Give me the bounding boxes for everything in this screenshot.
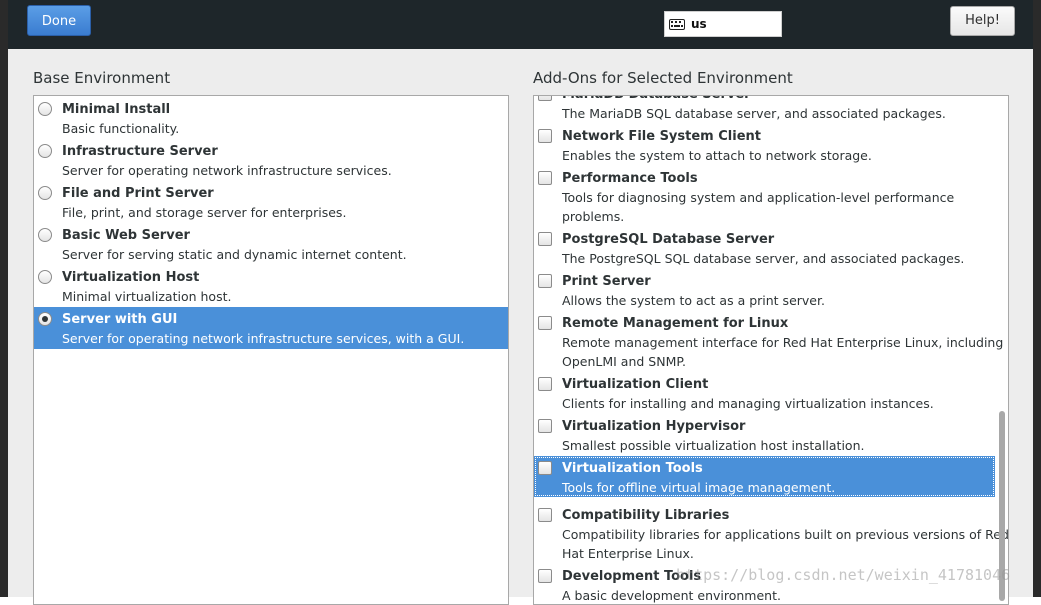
checkbox[interactable] <box>538 232 552 246</box>
addons-heading: Add-Ons for Selected Environment <box>533 69 793 87</box>
option-description: Allows the system to act as a print serv… <box>562 293 825 308</box>
option-title: MariaDB Database Server <box>562 96 751 102</box>
addon-option[interactable]: Virtualization Client Clients for install… <box>534 372 995 413</box>
addons-list[interactable]: Development Tools A basic development env… <box>533 95 1009 605</box>
radio-button[interactable] <box>38 102 52 116</box>
option-description: problems. <box>562 209 625 224</box>
checkbox[interactable] <box>538 316 552 330</box>
option-title: Compatibility Libraries <box>562 508 730 523</box>
option-description: Compatibility libraries for applications… <box>562 527 1009 542</box>
option-description: Minimal virtualization host. <box>62 289 232 304</box>
base-environment-list[interactable]: Minimal Install Basic functionality. Infra… <box>33 95 509 605</box>
checkbox[interactable] <box>538 508 552 522</box>
base-environment-option[interactable]: Basic Web Server Server for serving stati… <box>34 223 508 265</box>
keyboard-layout-indicator[interactable]: us <box>664 11 782 37</box>
option-description: OpenLMI and SNMP. <box>562 354 686 369</box>
option-title: Minimal Install <box>62 102 171 117</box>
addon-option[interactable]: Network File System Client Enables the sy… <box>534 124 995 165</box>
option-description: Hat Enterprise Linux. <box>562 546 694 561</box>
option-title: Basic Web Server <box>62 228 190 243</box>
option-title: PostgreSQL Database Server <box>562 232 775 247</box>
watermark-text: https://blog.csdn.net/weixin_41781046 <box>676 566 1011 584</box>
option-description: Server for operating network infrastruct… <box>62 163 392 178</box>
checkbox[interactable] <box>538 96 552 101</box>
option-description: Remote management interface for Red Hat … <box>562 335 1004 350</box>
option-title: Print Server <box>562 274 651 289</box>
checkbox[interactable] <box>538 419 552 433</box>
checkbox[interactable] <box>538 461 552 475</box>
software-selection-content: Base Environment Add-Ons for Selected En… <box>8 49 1033 605</box>
option-description: Tools for diagnosing system and applicat… <box>562 190 955 205</box>
addon-option[interactable]: Performance Tools Tools for diagnosing sy… <box>534 166 995 226</box>
radio-button[interactable] <box>38 270 52 284</box>
option-title: Virtualization Hypervisor <box>562 419 746 434</box>
addon-option[interactable]: Print Server Allows the system to act as … <box>534 269 995 310</box>
addon-option[interactable]: MariaDB Database Server The MariaDB SQL d… <box>534 96 995 123</box>
header-bar: Done us Help! <box>8 0 1033 49</box>
option-description: The MariaDB SQL database server, and ass… <box>562 106 946 121</box>
option-title: Infrastructure Server <box>62 144 218 159</box>
option-title: Virtualization Tools <box>562 461 703 476</box>
checkbox[interactable] <box>538 274 552 288</box>
addons-scrollbar[interactable] <box>996 96 1006 604</box>
option-description: The PostgreSQL SQL database server, and … <box>562 251 965 266</box>
window-left-edge <box>0 0 8 597</box>
addon-option[interactable]: PostgreSQL Database Server The PostgreSQL… <box>534 227 995 268</box>
addon-option[interactable]: Virtualization Tools Tools for offline vi… <box>534 456 995 497</box>
addon-option[interactable]: Compatibility Libraries Compatibility lib… <box>534 503 1008 563</box>
option-title: Remote Management for Linux <box>562 316 789 331</box>
option-description: Tools for offline virtual image manageme… <box>562 480 836 495</box>
option-title: File and Print Server <box>62 186 214 201</box>
base-environment-option[interactable]: Minimal Install Basic functionality. <box>34 97 508 139</box>
option-title: Virtualization Host <box>62 270 200 285</box>
addon-option[interactable]: Virtualization Hypervisor Smallest possib… <box>534 414 995 455</box>
base-environment-option[interactable]: Server with GUI Server for operating netw… <box>34 307 508 349</box>
base-environment-option[interactable]: Virtualization Host Minimal virtualizatio… <box>34 265 508 307</box>
radio-button[interactable] <box>38 186 52 200</box>
option-description: Enables the system to attach to network … <box>562 148 872 163</box>
keyboard-layout-label: us <box>691 17 707 31</box>
radio-button[interactable] <box>38 228 52 242</box>
option-title: Network File System Client <box>562 129 761 144</box>
option-title: Virtualization Client <box>562 377 709 392</box>
done-button[interactable]: Done <box>27 5 91 36</box>
keyboard-icon <box>669 18 685 30</box>
radio-button[interactable] <box>38 144 52 158</box>
option-description: Smallest possible virtualization host in… <box>562 438 865 453</box>
option-title: Server with GUI <box>62 312 178 327</box>
addon-option[interactable]: Remote Management for Linux Remote manage… <box>534 311 1003 371</box>
option-description: Clients for installing and managing virt… <box>562 396 934 411</box>
checkbox[interactable] <box>538 569 552 583</box>
checkbox[interactable] <box>538 129 552 143</box>
option-description: Server for serving static and dynamic in… <box>62 247 407 262</box>
option-title: Performance Tools <box>562 171 698 186</box>
checkbox[interactable] <box>538 377 552 391</box>
option-description: A basic development environment. <box>562 588 781 603</box>
radio-button[interactable] <box>38 312 52 326</box>
window-right-edge <box>1033 0 1041 597</box>
option-description: Server for operating network infrastruct… <box>62 331 465 346</box>
option-description: File, print, and storage server for ente… <box>62 205 347 220</box>
base-environment-option[interactable]: Infrastructure Server Server for operatin… <box>34 139 508 181</box>
base-environment-option[interactable]: File and Print Server File, print, and st… <box>34 181 508 223</box>
base-environment-heading: Base Environment <box>33 69 171 87</box>
option-description: Basic functionality. <box>62 121 180 136</box>
help-button[interactable]: Help! <box>950 6 1015 36</box>
checkbox[interactable] <box>538 171 552 185</box>
